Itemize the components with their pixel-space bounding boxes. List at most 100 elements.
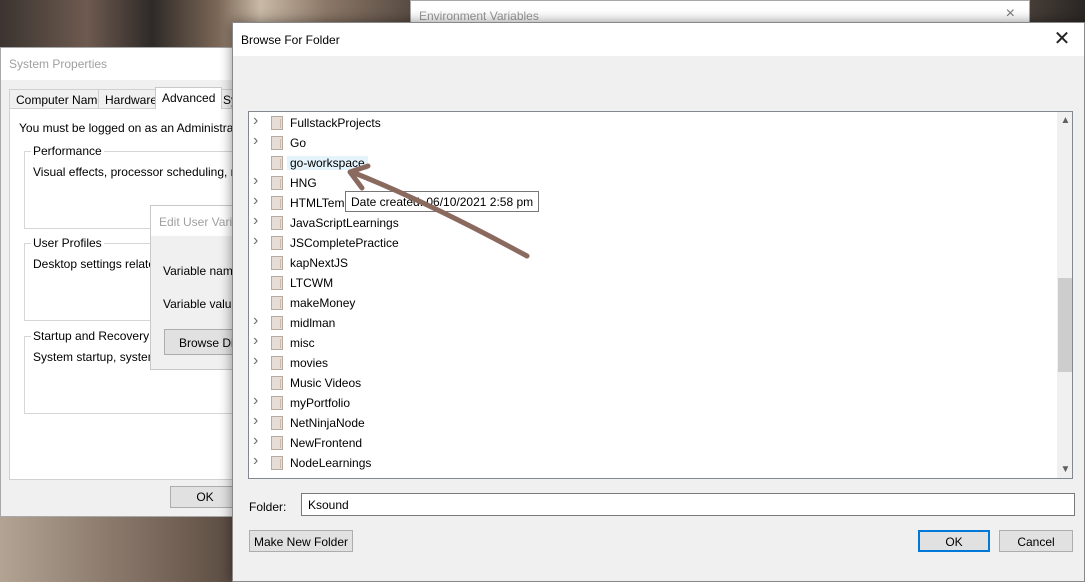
tree-item-label: HTMLTemp xyxy=(290,196,352,210)
tree-item-label: NetNinjaNode xyxy=(290,416,365,430)
tree-item[interactable]: go-workspace xyxy=(249,153,1049,173)
performance-text: Visual effects, processor scheduling, me… xyxy=(33,165,265,179)
folder-tree[interactable]: › NodeLearnings › NewFrontend › NetNinjaNode ›… xyxy=(248,111,1073,479)
tree-item-label: makeMoney xyxy=(290,296,356,310)
tree-item[interactable]: › NewFrontend xyxy=(249,432,1049,453)
tree-item-label: misc xyxy=(290,336,315,350)
browse-for-folder-dialog: Browse For Folder ✕ › NodeLearnings › NewFr… xyxy=(232,22,1085,582)
tree-item[interactable]: › HNG xyxy=(249,172,1049,193)
folder-icon xyxy=(271,456,283,470)
chevron-right-icon[interactable]: › xyxy=(253,332,265,349)
folder-icon xyxy=(271,416,283,430)
tree-item[interactable]: › misc xyxy=(249,332,1049,353)
tree-item[interactable]: LTCWM xyxy=(249,273,1049,293)
folder-icon xyxy=(271,336,283,350)
tree-item[interactable]: › NodeLearnings xyxy=(249,452,1049,473)
tree-item[interactable]: › Go xyxy=(249,132,1049,153)
folder-icon xyxy=(271,136,283,150)
chevron-right-icon[interactable]: › xyxy=(253,172,265,189)
tree-item[interactable]: › myPortfolio xyxy=(249,392,1049,413)
tree-item-label: movies xyxy=(290,356,329,370)
scroll-down-icon[interactable]: ▼ xyxy=(1057,461,1072,478)
tree-item-label: LTCWM xyxy=(290,276,334,290)
tree-item-label: Go xyxy=(290,136,307,150)
folder-icon xyxy=(271,156,283,170)
chevron-right-icon[interactable]: › xyxy=(253,212,265,229)
folder-icon xyxy=(271,236,283,250)
dialog-title: Browse For Folder xyxy=(241,33,340,47)
user-profiles-label: User Profiles xyxy=(31,236,104,250)
tree-item-label: NodeLearnings xyxy=(290,456,372,470)
system-properties-title: System Properties xyxy=(1,48,233,80)
tree-item[interactable]: makeMoney xyxy=(249,293,1049,313)
tree-item[interactable]: › movies xyxy=(249,352,1049,373)
date-created-tooltip: Date created: 06/10/2021 2:58 pm xyxy=(345,191,540,212)
chevron-right-icon[interactable]: › xyxy=(253,412,265,429)
chevron-right-icon[interactable]: › xyxy=(253,452,265,469)
system-properties-ok-button[interactable]: OK xyxy=(170,486,240,508)
folder-icon xyxy=(271,216,283,230)
folder-label: Folder: xyxy=(249,500,287,514)
tree-item-label: JavaScriptLearnings xyxy=(290,216,399,230)
ok-button[interactable]: OK xyxy=(918,530,990,552)
folder-icon xyxy=(271,176,283,190)
startup-recovery-label: Startup and Recovery xyxy=(31,329,152,343)
scroll-up-icon[interactable]: ▲ xyxy=(1057,112,1072,129)
tree-item-label: FullstackProjects xyxy=(290,116,381,130)
chevron-right-icon[interactable]: › xyxy=(253,352,265,369)
folder-icon xyxy=(271,376,283,390)
env-close-icon[interactable]: × xyxy=(1006,5,1015,23)
folder-icon xyxy=(271,116,283,130)
tree-item[interactable]: kapNextJS xyxy=(249,253,1049,273)
chevron-right-icon[interactable]: › xyxy=(253,312,265,329)
tab-computer-name[interactable]: Computer Name xyxy=(9,89,112,109)
tree-item-label: JSCompletePractice xyxy=(290,236,399,250)
folder-icon xyxy=(271,316,283,330)
user-profiles-text: Desktop settings related t xyxy=(33,257,169,271)
chevron-right-icon xyxy=(253,252,265,266)
tree-item[interactable]: › FullstackProjects xyxy=(249,112,1049,133)
tree-item[interactable]: › JSCompletePractice xyxy=(249,232,1049,253)
variable-value-label: Variable value xyxy=(163,297,239,311)
folder-icon xyxy=(271,276,283,290)
chevron-right-icon[interactable]: › xyxy=(253,132,265,149)
chevron-right-icon xyxy=(253,372,265,386)
chevron-right-icon xyxy=(253,272,265,286)
variable-name-label: Variable nam xyxy=(163,264,233,278)
tree-item[interactable]: › midlman xyxy=(249,312,1049,333)
tree-item-label: midlman xyxy=(290,316,336,330)
tree-item[interactable]: › JavaScriptLearnings xyxy=(249,212,1049,233)
tree-item-label: NewFrontend xyxy=(290,436,363,450)
tree-item-label: HNG xyxy=(290,176,317,190)
chevron-right-icon xyxy=(253,292,265,306)
edit-user-variable-window: Edit User Varia Variable nam Variable va… xyxy=(150,205,254,370)
chevron-right-icon[interactable]: › xyxy=(253,112,265,129)
scrollbar-thumb[interactable] xyxy=(1058,278,1072,372)
folder-icon xyxy=(271,436,283,450)
tab-advanced[interactable]: Advanced xyxy=(155,87,223,109)
folder-icon xyxy=(271,196,283,210)
folder-icon xyxy=(271,256,283,270)
chevron-right-icon[interactable]: › xyxy=(253,432,265,449)
admin-note: You must be logged on as an Administrato… xyxy=(19,121,255,135)
tree-item-label: go-workspace xyxy=(287,156,368,170)
make-new-folder-button[interactable]: Make New Folder xyxy=(249,530,353,552)
chevron-right-icon xyxy=(253,152,265,166)
folder-icon xyxy=(271,296,283,310)
tree-item-label: Music Videos xyxy=(290,376,362,390)
tree-item-label: myPortfolio xyxy=(290,396,351,410)
cancel-button[interactable]: Cancel xyxy=(999,530,1073,552)
browse-for-folder-titlebar: Browse For Folder ✕ xyxy=(233,23,1084,56)
tree-item[interactable]: › NetNinjaNode xyxy=(249,412,1049,433)
performance-label: Performance xyxy=(31,144,104,158)
chevron-right-icon[interactable]: › xyxy=(253,232,265,249)
folder-icon xyxy=(271,356,283,370)
close-icon[interactable]: ✕ xyxy=(1042,25,1082,55)
edit-user-variable-title: Edit User Varia xyxy=(151,206,239,236)
tree-item-label: kapNextJS xyxy=(290,256,349,270)
vertical-scrollbar[interactable]: ▲ ▼ xyxy=(1057,112,1072,478)
tree-item[interactable]: Music Videos xyxy=(249,373,1049,393)
chevron-right-icon[interactable]: › xyxy=(253,392,265,409)
folder-input[interactable]: Ksound xyxy=(301,493,1075,516)
chevron-right-icon[interactable]: › xyxy=(253,192,265,209)
